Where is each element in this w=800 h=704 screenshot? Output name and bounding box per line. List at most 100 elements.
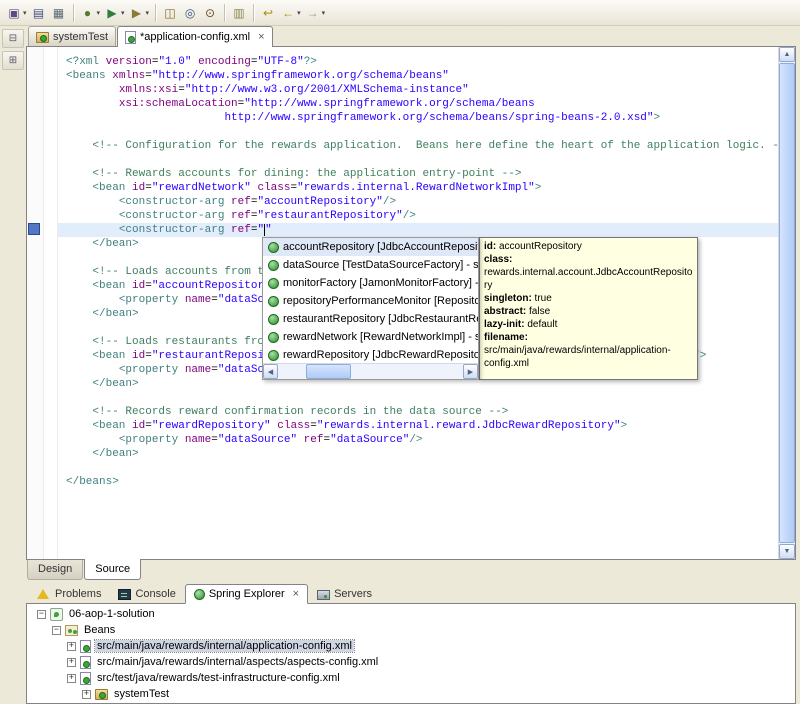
code-line[interactable]: <constructor-arg ref="restaurantReposito… (66, 209, 778, 223)
dropdown-arrow-icon[interactable]: ▾ (23, 9, 27, 17)
code-line[interactable]: <constructor-arg ref="" (58, 223, 778, 237)
code-line[interactable]: xsi:schemaLocation="http://www.springfra… (66, 97, 778, 111)
tree-expander[interactable]: − (37, 609, 46, 619)
code-line[interactable]: <bean id="rewardNetwork" class="rewards.… (66, 181, 778, 195)
view-tab-label: Spring Explorer (208, 588, 285, 600)
tree-expander[interactable]: + (67, 641, 76, 651)
tree-expander[interactable]: + (82, 689, 91, 699)
code-line[interactable]: </bean> (66, 447, 778, 461)
debug-button[interactable]: ● ▾ (78, 3, 103, 23)
dropdown-arrow-icon[interactable]: ▾ (146, 9, 150, 17)
code-line[interactable]: xmlns:xsi="http://www.w3.org/2001/XMLSch… (66, 83, 778, 97)
tree-item-src-main-java-rewards-internal-aspects-aspects-config-xml[interactable]: + src/main/java/rewards/internal/aspects/… (27, 654, 795, 670)
editor-tab-application-config-xml[interactable]: *application-config.xml × (117, 26, 273, 47)
new-wizard-button[interactable]: ▣ ▾ (4, 3, 29, 23)
view-tab-spring-explorer[interactable]: Spring Explorer × (184, 584, 309, 604)
code-line[interactable] (66, 461, 778, 475)
tree-expander[interactable]: − (52, 625, 61, 635)
scroll-right-button[interactable]: ▶ (463, 364, 478, 379)
code-line[interactable] (66, 125, 778, 139)
new-wizard-icon: ▣ (8, 5, 20, 20)
tree-item-06-aop-1-solution[interactable]: − 06-aop-1-solution (27, 606, 795, 622)
page-tab-source[interactable]: Source (84, 559, 142, 580)
tree-item-src-test-java-rewards-test-infrastructure-config-xml[interactable]: + src/test/java/rewards/test-infrastructu… (27, 670, 795, 686)
tree-item-src-main-java-rewards-internal-application-config-xml[interactable]: + src/main/java/rewards/internal/applicat… (27, 638, 795, 654)
editor-tab-label: *application-config.xml (140, 31, 251, 43)
popup-horizontal-scrollbar[interactable]: ◀ ▶ (263, 363, 478, 379)
scrollbar-thumb[interactable] (306, 364, 351, 379)
editor-tab-systemtest[interactable]: systemTest (28, 26, 117, 46)
forward-icon: → (306, 5, 319, 20)
back-button[interactable]: ← ▾ (278, 3, 303, 23)
dropdown-arrow-icon[interactable]: ▾ (297, 9, 301, 17)
run-button[interactable]: ▶ ▾ (102, 3, 127, 23)
config-set-icon (36, 31, 49, 43)
eclipse-window: { "glyphs": {"close":"×","dropdown":"▾",… (0, 0, 800, 704)
tree-item-label: src/main/java/rewards/internal/aspects/a… (97, 656, 379, 668)
dropdown-arrow-icon[interactable]: ▾ (322, 9, 326, 17)
page-tab-design[interactable]: Design (27, 560, 84, 580)
search-button[interactable]: ⊙ (200, 3, 220, 23)
view-tab-servers[interactable]: Servers (309, 585, 380, 603)
annotation-ruler[interactable] (27, 47, 44, 559)
dropdown-arrow-icon[interactable]: ▾ (121, 9, 125, 17)
completion-item[interactable]: accountRepository [JdbcAccountRepository… (263, 238, 478, 256)
tree-item-systemtest[interactable]: + systemTest (27, 686, 795, 702)
tree-expander[interactable]: + (67, 673, 76, 683)
dropdown-arrow-icon[interactable]: ▾ (97, 9, 101, 17)
scrollbar-track[interactable] (278, 364, 463, 379)
scroll-up-button[interactable]: ▲ (779, 47, 795, 62)
completion-item[interactable]: monitorFactory [JamonMonitorFactory] - s… (263, 274, 478, 292)
save-button[interactable]: ▤ (29, 3, 49, 23)
new-java-project-button[interactable]: ◫ (160, 3, 180, 23)
bean-icon (268, 349, 279, 361)
toggle-mark-occurrences-button[interactable]: ▥ (229, 3, 249, 23)
close-icon[interactable]: × (293, 588, 299, 600)
code-line[interactable]: <constructor-arg ref="accountRepository"… (66, 195, 778, 209)
content-assist-list: accountRepository [JdbcAccountRepository… (263, 238, 478, 364)
restore-view-icon[interactable]: ⊟ (2, 29, 24, 48)
code-line[interactable]: <?xml version="1.0" encoding="UTF-8"?> (66, 55, 778, 69)
tooltip-field: filename: src/main/java/rewards/internal… (484, 332, 671, 369)
scroll-left-button[interactable]: ◀ (263, 364, 278, 379)
code-line[interactable]: <beans xmlns="http://www.springframework… (66, 69, 778, 83)
scrollbar-thumb[interactable] (779, 63, 795, 543)
open-type-button[interactable]: ◎ (180, 3, 200, 23)
forward-button[interactable]: → ▾ (303, 3, 328, 23)
code-line[interactable]: <!-- Records reward confirmation records… (66, 405, 778, 419)
tree-expander[interactable]: + (67, 657, 76, 667)
last-edit-location-button[interactable]: ↩ (258, 3, 278, 23)
console-icon (118, 589, 132, 600)
code-line[interactable]: </beans> (66, 475, 778, 489)
completion-item[interactable]: restaurantRepository [JdbcRestaurantRepo… (263, 310, 478, 328)
design-source-tab-bar: Design Source (26, 559, 796, 584)
completion-item[interactable]: rewardRepository [JdbcRewardRepository] … (263, 346, 478, 364)
code-line[interactable]: <property name="dataSource" ref="dataSou… (66, 433, 778, 447)
code-line[interactable]: <!-- Configuration for the rewards appli… (66, 139, 778, 153)
code-line[interactable]: <!-- Rewards accounts for dining: the ap… (66, 167, 778, 181)
editor-tab-label: systemTest (53, 30, 109, 43)
code-line[interactable]: <bean id="rewardRepository" class="rewar… (66, 419, 778, 433)
view-tab-problems[interactable]: Problems (28, 585, 109, 603)
main-toolbar: ▣ ▾ ▤ ▦ ● ▾ ▶ ▾ ▶ ▾ ◫ ◎ ⊙ ▥ ↩ ← ▾ → ▾ (0, 0, 800, 26)
view-tab-bar: Problems Console Spring Explorer × Servers (26, 584, 796, 604)
view-tab-label: Problems (55, 588, 102, 600)
external-tools-button[interactable]: ▶ ▾ (127, 3, 152, 23)
editor-vertical-scrollbar[interactable]: ▲ ▼ (778, 47, 795, 559)
completion-item[interactable]: dataSource [TestDataSourceFactory] - src… (263, 256, 478, 274)
bean-config-file-icon (80, 655, 91, 669)
completion-item[interactable]: repositoryPerformanceMonitor [Repository… (263, 292, 478, 310)
folding-column[interactable] (44, 47, 58, 559)
print-button[interactable]: ▦ (49, 3, 69, 23)
code-line[interactable] (66, 153, 778, 167)
outline-view-icon[interactable]: ⊞ (2, 51, 24, 70)
scroll-down-button[interactable]: ▼ (779, 544, 795, 559)
view-tab-console[interactable]: Console (110, 585, 183, 603)
tree-item-beans[interactable]: − Beans (27, 622, 795, 638)
code-line[interactable]: http://www.springframework.org/schema/be… (66, 111, 778, 125)
tooltip-field: singleton: true (484, 293, 552, 304)
close-icon[interactable]: × (258, 31, 264, 43)
completion-item[interactable]: rewardNetwork [RewardNetworkImpl] - src/… (263, 328, 478, 346)
code-line[interactable] (66, 391, 778, 405)
tree-item-label: src/test/java/rewards/test-infrastructur… (97, 672, 340, 684)
